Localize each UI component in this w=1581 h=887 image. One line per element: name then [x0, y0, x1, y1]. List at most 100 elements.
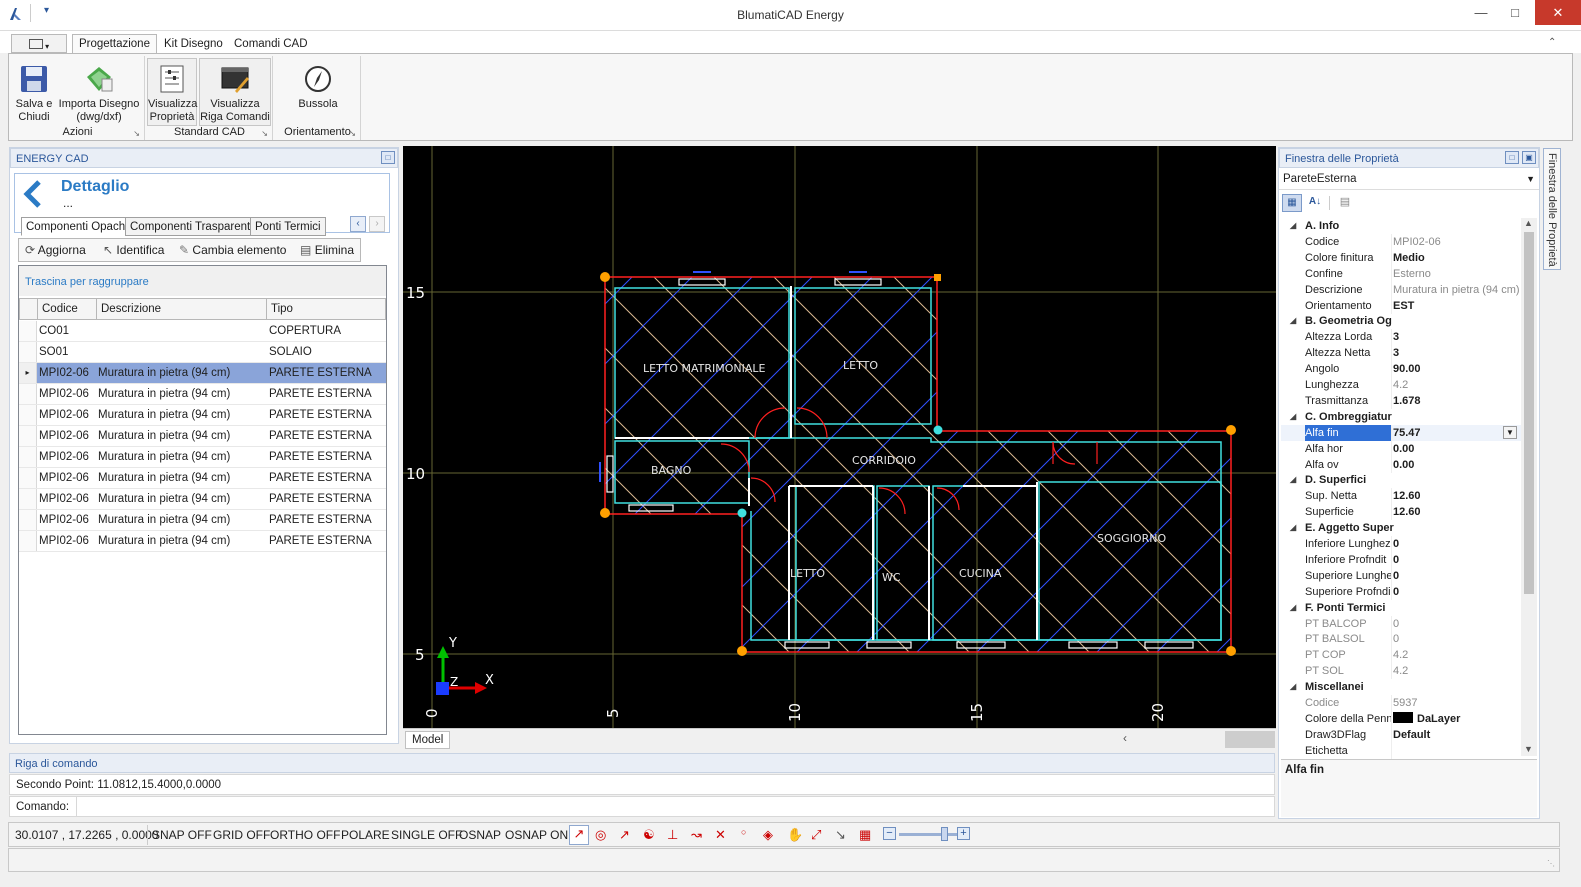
property-pages-icon[interactable]: ▤: [1335, 194, 1355, 212]
dialog-launcher-icon[interactable]: ↘: [349, 129, 356, 138]
categorized-view-icon[interactable]: ▦: [1282, 194, 1302, 212]
snap-intersection-icon[interactable]: ✕: [715, 827, 726, 843]
property-value[interactable]: 75.47: [1393, 425, 1421, 441]
tab-comandi-cad[interactable]: Comandi CAD: [227, 34, 315, 53]
ortho-toggle[interactable]: ORTHO OFF: [270, 828, 340, 842]
snap-node-icon[interactable]: ☯: [643, 827, 655, 843]
collapse-triangle-icon[interactable]: ◢: [1290, 600, 1296, 616]
property-value[interactable]: 0.00: [1393, 441, 1414, 457]
property-value[interactable]: 0: [1393, 631, 1399, 647]
group-by-area[interactable]: Trascina per raggruppare: [19, 266, 386, 296]
property-row[interactable]: Inferiore Lunghez 0: [1281, 536, 1521, 552]
table-row[interactable]: ▸ MPI02-06 Muratura in pietra (94 cm) PARET…: [19, 363, 386, 384]
table-row[interactable]: CO01 COPERTURA: [19, 321, 386, 342]
property-row[interactable]: Orientamento EST: [1281, 297, 1521, 314]
property-value[interactable]: Medio: [1393, 250, 1425, 266]
property-row[interactable]: Alfa fin 75.47 ▼: [1281, 424, 1521, 441]
osnap-toggle[interactable]: OSNAP: [459, 828, 501, 842]
snap-toggle[interactable]: SNAP OFF: [152, 828, 212, 842]
property-value[interactable]: DaLayer: [1393, 711, 1460, 727]
table-row[interactable]: MPI02-06 Muratura in pietra (94 cm) PARETE…: [19, 489, 386, 510]
table-row[interactable]: SO01 SOLAIO: [19, 342, 386, 363]
horizontal-scroll-left-icon[interactable]: ‹: [1123, 731, 1127, 745]
property-value[interactable]: 4.2: [1393, 647, 1408, 663]
property-row[interactable]: Confine Esterno: [1281, 265, 1521, 282]
property-value[interactable]: Esterno: [1393, 266, 1431, 282]
cad-canvas[interactable]: 15 10 5 0 5 10 15 20 LETTO MATRIMONIALE …: [403, 146, 1276, 728]
property-category[interactable]: ◢ Miscellanei: [1281, 679, 1521, 695]
zoom-out-button[interactable]: −: [883, 827, 896, 840]
snap-tangent-icon[interactable]: ↝: [691, 827, 702, 843]
tab-ponti-termici[interactable]: Ponti Termici: [250, 217, 326, 236]
tab-scroll-left-icon[interactable]: ‹: [350, 216, 366, 232]
property-value[interactable]: 0.00: [1393, 457, 1414, 473]
application-menu-button[interactable]: ▾: [11, 34, 67, 53]
delete-button[interactable]: ▤ Elimina: [300, 243, 354, 257]
property-row[interactable]: Trasmittanza 1.678: [1281, 392, 1521, 409]
property-row[interactable]: Codice 5937: [1281, 695, 1521, 711]
snap-perpendicular-icon[interactable]: ⊥: [667, 827, 678, 843]
identify-button[interactable]: ↖ Identifica: [103, 243, 164, 257]
property-row[interactable]: Etichetta: [1281, 742, 1521, 759]
property-row[interactable]: Codice MPI02-06: [1281, 233, 1521, 250]
resize-grip-icon[interactable]: ⋱: [1547, 859, 1555, 868]
property-row[interactable]: Alfa ov 0.00: [1281, 456, 1521, 473]
column-descrizione[interactable]: Descrizione: [97, 298, 267, 320]
property-row[interactable]: PT SOL 4.2: [1281, 663, 1521, 680]
property-row[interactable]: Superficie 12.60: [1281, 504, 1521, 521]
vertical-scrollbar[interactable]: ▲ ▼: [1521, 218, 1537, 756]
property-value[interactable]: 90.00: [1393, 361, 1421, 377]
tab-kit-disegno[interactable]: Kit Disegno: [157, 34, 230, 53]
horizontal-scrollbar-thumb[interactable]: [1225, 731, 1275, 748]
column-codice[interactable]: Codice: [38, 298, 97, 320]
property-category[interactable]: ◢ B. Geometria Og: [1281, 313, 1521, 329]
object-selector[interactable]: PareteEsterna ▼: [1279, 170, 1539, 190]
snap-midpoint-icon[interactable]: ↗: [619, 827, 630, 843]
show-properties-button[interactable]: Visualizza Proprietà: [147, 58, 197, 126]
property-row[interactable]: PT BALCOP 0: [1281, 615, 1521, 632]
table-row[interactable]: MPI02-06 Muratura in pietra (94 cm) PARETE…: [19, 405, 386, 426]
zoom-in-button[interactable]: +: [957, 827, 970, 840]
pin-icon[interactable]: □: [381, 151, 395, 164]
zoom-window-icon[interactable]: ↘: [835, 827, 846, 843]
tab-scroll-right-icon[interactable]: ›: [369, 216, 385, 232]
property-category[interactable]: ◢ E. Aggetto Super: [1281, 520, 1521, 536]
pan-icon[interactable]: ✋: [787, 827, 803, 843]
table-row[interactable]: MPI02-06 Muratura in pietra (94 cm) PARETE…: [19, 384, 386, 405]
property-row[interactable]: Lunghezza 4.2: [1281, 377, 1521, 393]
zoom-extents-icon[interactable]: ⤢: [811, 827, 821, 843]
collapse-triangle-icon[interactable]: ◢: [1290, 218, 1296, 234]
property-value[interactable]: 4.2: [1393, 663, 1408, 679]
property-row[interactable]: Altezza Lorda 3: [1281, 329, 1521, 346]
grid-toggle[interactable]: GRID OFF: [213, 828, 270, 842]
property-row[interactable]: Descrizione Muratura in pietra (94 cm): [1281, 281, 1521, 298]
property-value[interactable]: 0: [1393, 552, 1399, 568]
collapse-triangle-icon[interactable]: ◢: [1290, 472, 1296, 488]
float-window-icon[interactable]: ▣: [1522, 151, 1536, 164]
sort-alphabetical-icon[interactable]: A↓: [1305, 194, 1325, 212]
snap-point-icon[interactable]: ○: [741, 827, 746, 837]
property-value[interactable]: 4.2: [1393, 377, 1408, 393]
compass-button[interactable]: Bussola: [279, 58, 357, 126]
tab-componenti-trasparenti[interactable]: Componenti Trasparenti: [125, 217, 258, 236]
property-value[interactable]: 0: [1393, 584, 1399, 600]
pin-icon[interactable]: □: [1505, 151, 1519, 164]
command-input[interactable]: [76, 796, 1275, 817]
collapse-triangle-icon[interactable]: ◢: [1290, 679, 1296, 695]
property-category[interactable]: ◢ F. Ponti Termici: [1281, 600, 1521, 616]
osnap-on-toggle[interactable]: OSNAP ON: [505, 828, 568, 842]
property-value[interactable]: 1.678: [1393, 393, 1421, 409]
show-command-line-button[interactable]: Visualizza Riga Comandi: [199, 58, 271, 126]
dialog-launcher-icon[interactable]: ↘: [133, 129, 140, 138]
table-row[interactable]: MPI02-06 Muratura in pietra (94 cm) PARETE…: [19, 468, 386, 489]
properties-side-tab[interactable]: Finestra delle Proprietà: [1543, 148, 1561, 270]
table-row[interactable]: MPI02-06 Muratura in pietra (94 cm) PARETE…: [19, 447, 386, 468]
property-value[interactable]: 0: [1393, 616, 1399, 632]
dialog-launcher-icon[interactable]: ↘: [261, 129, 268, 138]
select-filter-icon[interactable]: ▦: [859, 827, 871, 843]
change-element-button[interactable]: ✎ Cambia elemento: [179, 243, 286, 257]
table-row[interactable]: MPI02-06 Muratura in pietra (94 cm) PARETE…: [19, 510, 386, 531]
property-value[interactable]: Muratura in pietra (94 cm): [1393, 282, 1520, 298]
property-category[interactable]: ◢ D. Superfici: [1281, 472, 1521, 488]
property-row[interactable]: Altezza Netta 3: [1281, 345, 1521, 362]
